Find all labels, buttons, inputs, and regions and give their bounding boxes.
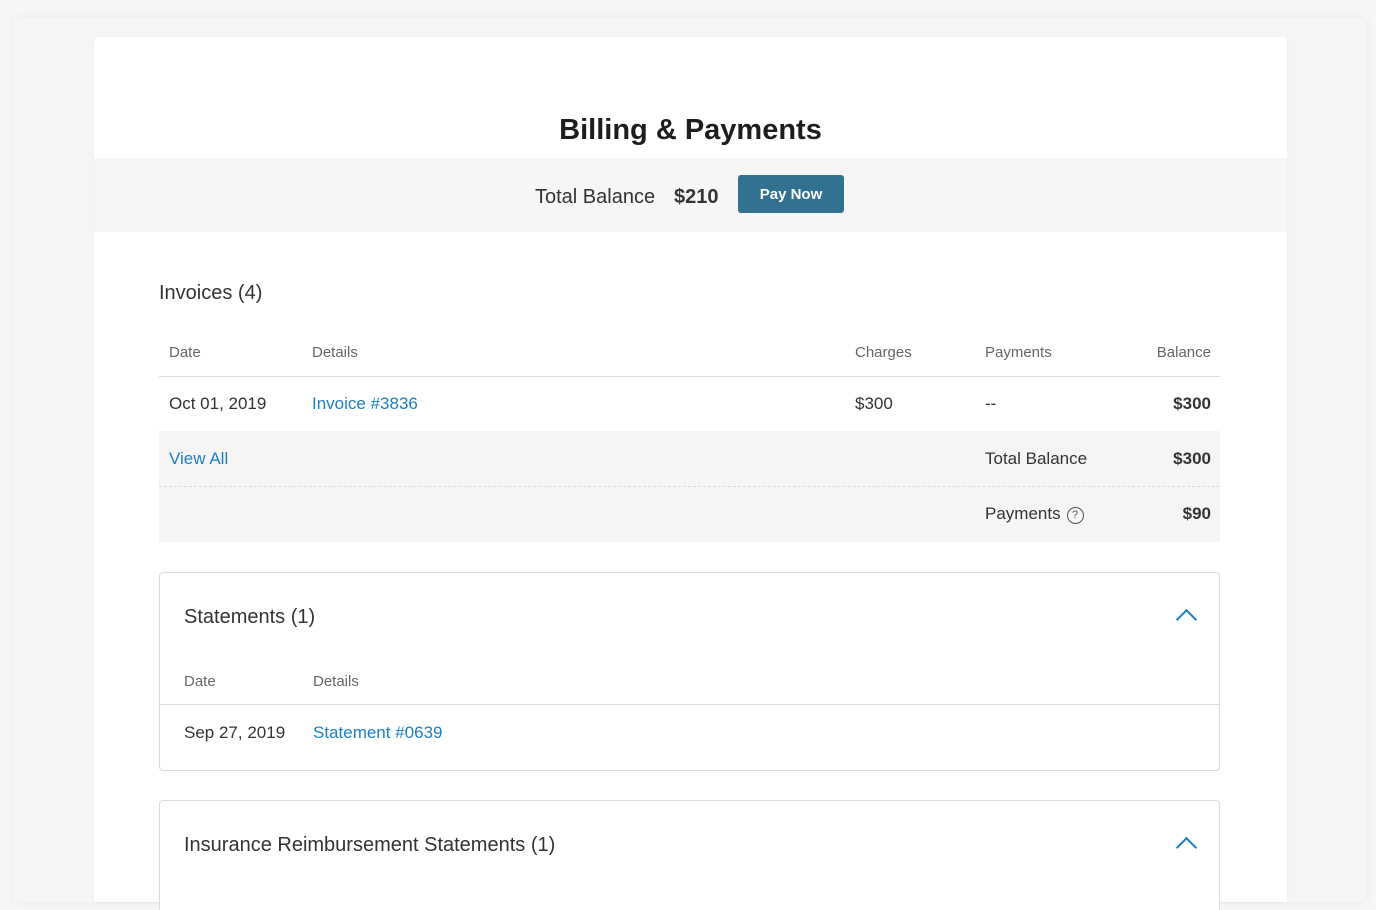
statement-date: Sep 27, 2019 [184,723,286,742]
statements-header-divider [160,704,1219,705]
invoices-header-divider [159,376,1220,377]
billing-card: Billing & Payments Total Balance $210 Pa… [94,37,1287,910]
statements-heading: Statements (1) [184,606,316,628]
invoice-date: Oct 01, 2019 [169,394,267,413]
invoice-link[interactable]: Invoice #3836 [312,395,418,412]
help-icon[interactable]: ? [1066,507,1084,524]
statements-col-date: Date [184,673,216,690]
invoice-charges: $300 [855,394,893,413]
summary-total-balance-label: Total Balance [985,449,1088,468]
summary-divider [159,486,1220,487]
invoices-col-date: Date [169,344,201,361]
invoice-payments: -- [985,394,997,413]
total-balance-value: $210 [674,186,719,208]
invoices-col-payments: Payments [985,344,1052,361]
invoices-col-balance: Balance [1156,344,1211,361]
page-title: Billing & Payments [559,114,822,146]
pay-now-button[interactable]: Pay Now [738,175,844,213]
summary-payments: Payments? [985,505,1084,524]
insurance-heading: Insurance Reimbursement Statements (1) [184,834,556,856]
invoices-col-charges: Charges [855,344,912,361]
summary-payments-value: $90 [1182,504,1211,523]
chevron-up-icon[interactable] [1175,836,1198,859]
total-balance-label: Total Balance [535,186,656,208]
view-all-link[interactable]: View All [169,450,228,467]
insurance-panel: Insurance Reimbursement Statements (1) [159,800,1220,910]
statements-panel: Statements (1) Date Details Sep 27, 2019… [159,572,1220,771]
summary-payments-label: Payments [985,504,1061,523]
invoices-col-details: Details [312,344,358,361]
invoice-balance: $300 [1173,394,1211,413]
statements-col-details: Details [313,673,359,690]
summary-total-balance-value: $300 [1173,449,1211,468]
statement-link[interactable]: Statement #0639 [313,724,442,741]
invoices-heading: Invoices (4) [159,282,263,304]
chevron-up-icon[interactable] [1175,608,1198,631]
